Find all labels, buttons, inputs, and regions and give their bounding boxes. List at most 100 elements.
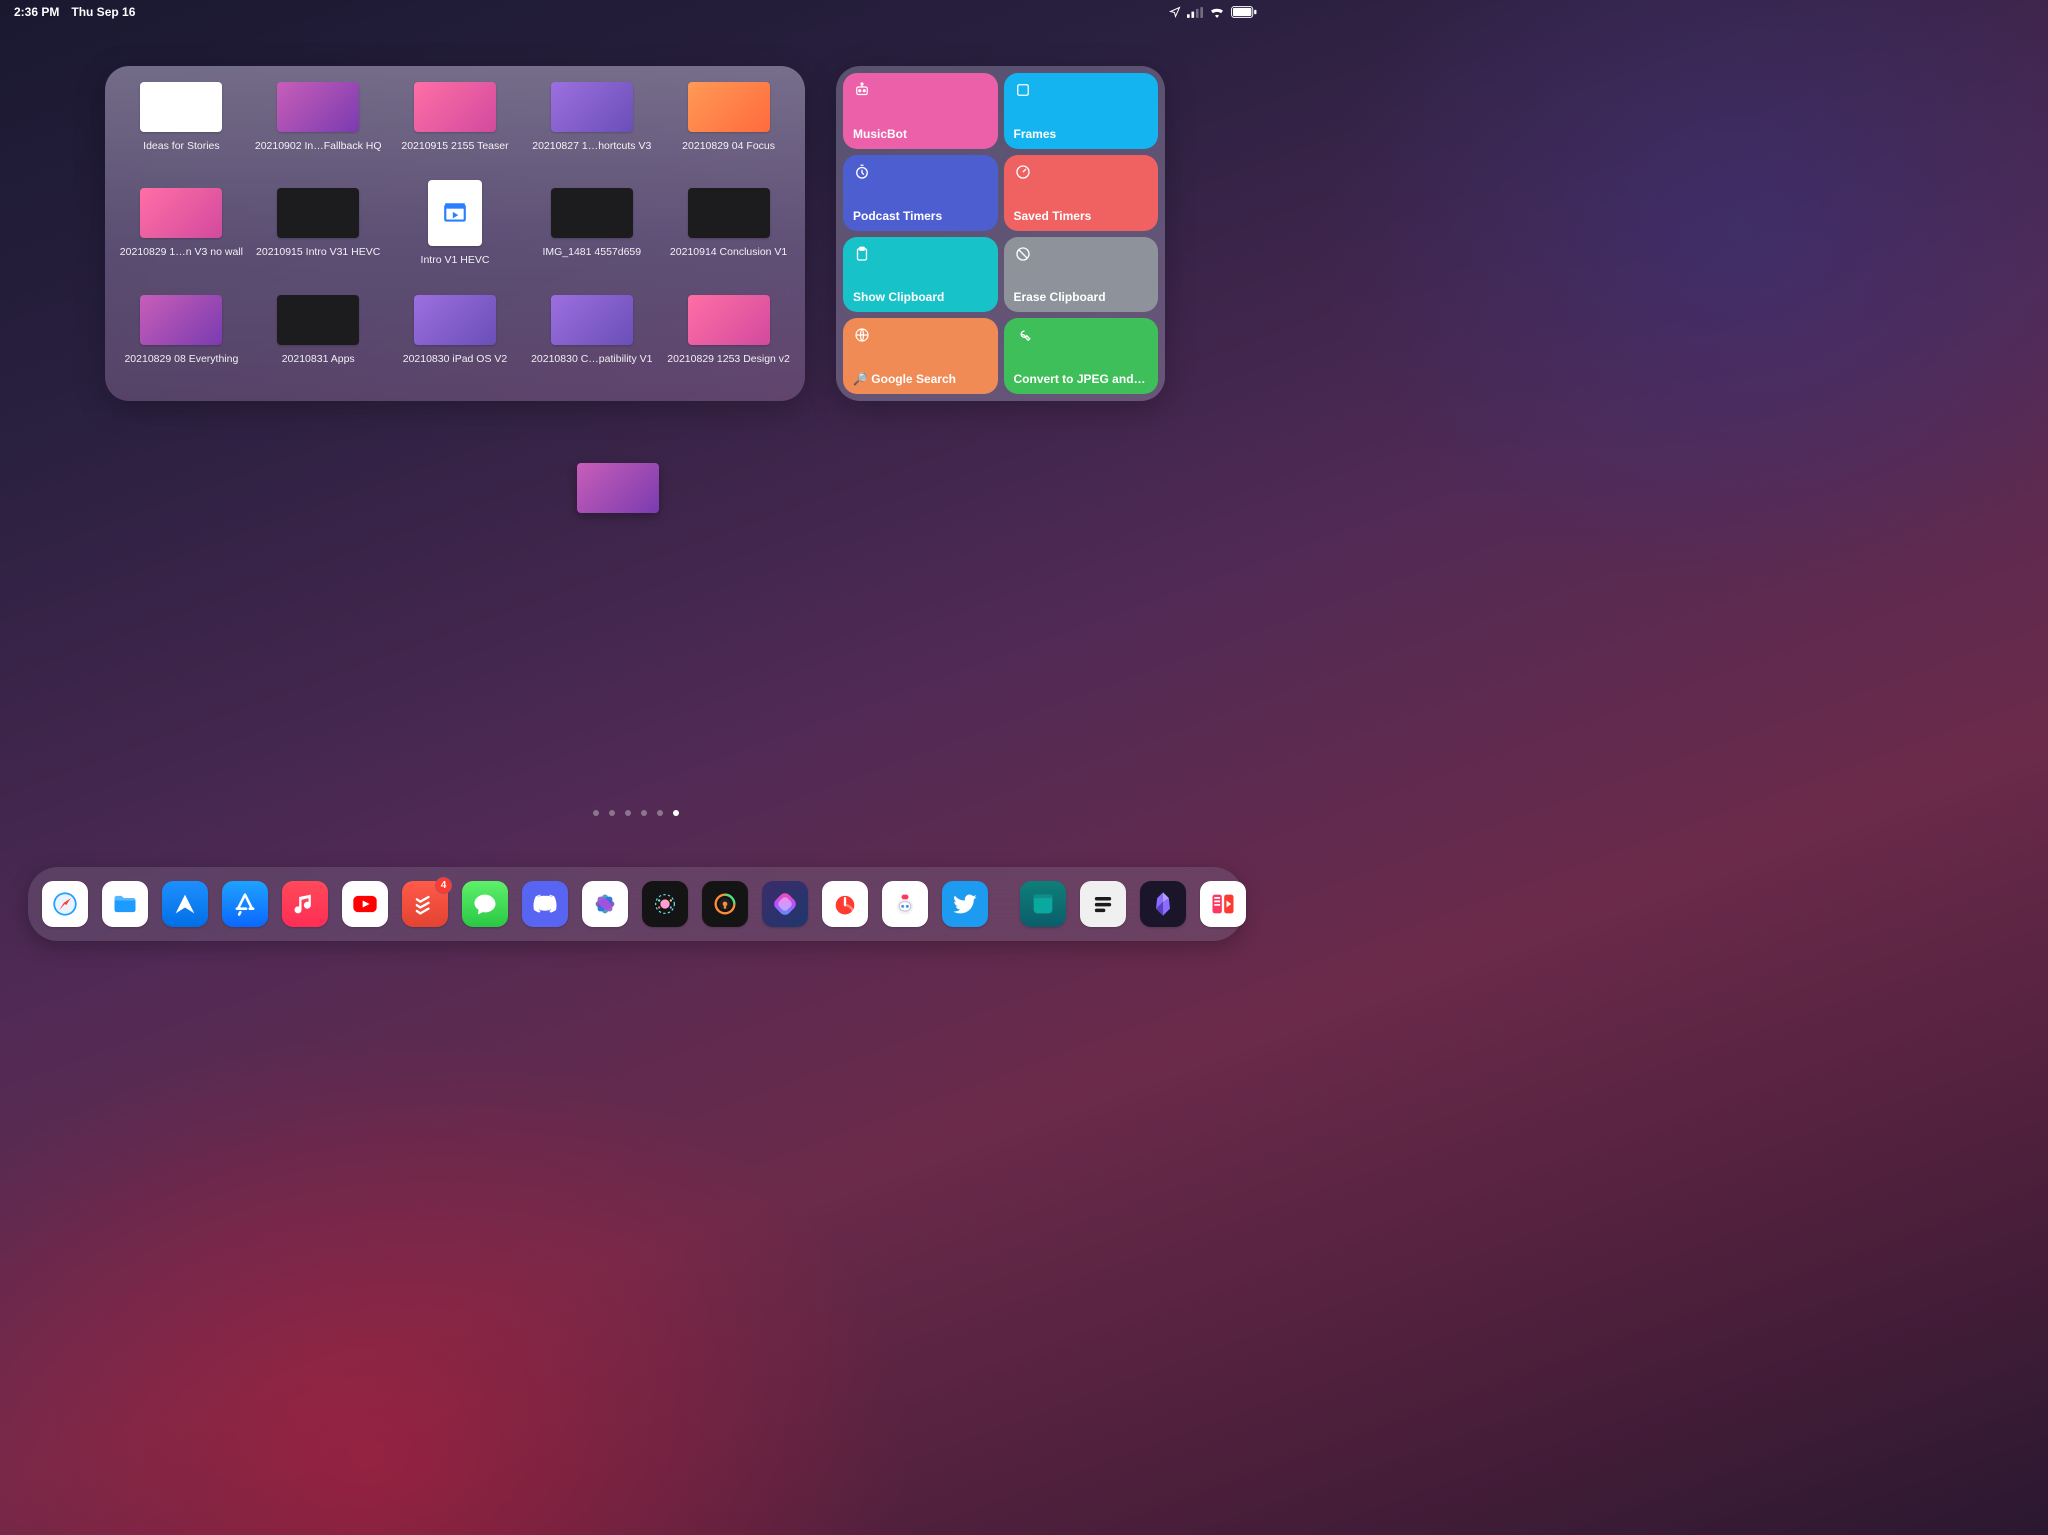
file-thumbnail [551, 82, 633, 132]
shortcuts-widget[interactable]: MusicBot Frames Podcast Timers Saved Timers… [836, 66, 1165, 401]
shortcut-tile-show-clipboard[interactable]: Show Clipboard [843, 237, 998, 313]
file-label: Ideas for Stories [143, 140, 219, 152]
file-thumbnail [551, 188, 633, 238]
clock-icon [853, 163, 871, 181]
shortcut-tile-convert-to-jpeg-and-c-[interactable]: Convert to JPEG and C… [1004, 318, 1159, 394]
file-thumbnail [140, 295, 222, 345]
file-item[interactable]: 20210829 08 Everything [113, 295, 250, 393]
file-item[interactable]: 20210829 1253 Design v2 [660, 295, 797, 393]
file-thumbnail [688, 295, 770, 345]
dock-app-auth[interactable] [702, 881, 748, 927]
dragged-file-thumbnail[interactable] [577, 463, 659, 513]
dock-app-obsidian[interactable] [1140, 881, 1186, 927]
file-item[interactable]: 20210831 Apps [250, 295, 387, 393]
page-dot[interactable] [641, 810, 647, 816]
file-thumbnail [688, 188, 770, 238]
file-item[interactable]: 20210915 Intro V31 HEVC [250, 188, 387, 286]
dock-app-spark[interactable] [162, 881, 208, 927]
file-thumbnail [428, 180, 482, 246]
notification-badge: 4 [435, 877, 452, 894]
page-dot[interactable] [609, 810, 615, 816]
page-indicator[interactable] [593, 810, 679, 816]
status-icons [1169, 6, 1257, 18]
dock-app-bot[interactable] [882, 881, 928, 927]
page-dot[interactable] [625, 810, 631, 816]
dock-app-music[interactable] [282, 881, 328, 927]
file-label: 20210829 1253 Design v2 [667, 353, 790, 365]
status-time: 2:36 PM [14, 5, 59, 19]
file-thumbnail [551, 295, 633, 345]
battery-icon [1231, 6, 1257, 18]
shortcut-label: MusicBot [853, 127, 988, 141]
gauge-icon [1014, 163, 1032, 181]
shortcut-label: Show Clipboard [853, 290, 988, 304]
shortcut-label: 🔎 Google Search [853, 372, 988, 386]
page-dot[interactable] [593, 810, 599, 816]
nope-icon [1014, 245, 1032, 263]
dock-app-twitter[interactable] [942, 881, 988, 927]
file-item[interactable]: IMG_1481 4557d659 [523, 188, 660, 286]
shortcut-label: Erase Clipboard [1014, 290, 1149, 304]
file-label: 20210829 08 Everything [124, 353, 238, 365]
file-label: 20210829 04 Focus [682, 140, 775, 152]
dock-app-shortcuts[interactable] [762, 881, 808, 927]
dock-app-messages[interactable] [462, 881, 508, 927]
file-label: 20210827 1…hortcuts V3 [532, 140, 651, 152]
file-item[interactable]: 20210829 04 Focus [660, 82, 797, 180]
dock-app-youtube[interactable] [342, 881, 388, 927]
dock-app-photos[interactable] [582, 881, 628, 927]
file-label: 20210830 C…patibility V1 [531, 353, 652, 365]
file-label: 20210902 In…Fallback HQ [255, 140, 382, 152]
wrench-icon [1014, 326, 1032, 344]
file-item[interactable]: 20210914 Conclusion V1 [660, 188, 797, 286]
dock-app-appstore[interactable] [222, 881, 268, 927]
shortcut-tile-erase-clipboard[interactable]: Erase Clipboard [1004, 237, 1159, 313]
shortcut-tile-musicbot[interactable]: MusicBot [843, 73, 998, 149]
file-item[interactable]: 20210915 2155 Teaser [387, 82, 524, 180]
page-dot[interactable] [673, 810, 679, 816]
file-label: 20210915 Intro V31 HEVC [256, 246, 380, 258]
dock-app-craft[interactable] [1020, 881, 1066, 927]
clipboard-icon [853, 245, 871, 263]
shortcut-tile-podcast-timers[interactable]: Podcast Timers [843, 155, 998, 231]
page-dot[interactable] [657, 810, 663, 816]
file-label: 20210914 Conclusion V1 [670, 246, 787, 258]
shortcut-tile-frames[interactable]: Frames [1004, 73, 1159, 149]
dock-app-todoist[interactable]: 4 [402, 881, 448, 927]
file-thumbnail [277, 82, 359, 132]
file-item[interactable]: 20210829 1…n V3 no wall [113, 188, 250, 286]
file-label: 20210829 1…n V3 no wall [120, 246, 243, 258]
file-label: Intro V1 HEVC [421, 254, 490, 266]
dock-app-hue[interactable] [642, 881, 688, 927]
files-widget[interactable]: Ideas for Stories 20210902 In…Fallback HQ… [105, 66, 805, 401]
file-thumbnail [414, 82, 496, 132]
shortcut-tile-saved-timers[interactable]: Saved Timers [1004, 155, 1159, 231]
file-thumbnail [277, 188, 359, 238]
file-item[interactable]: 20210827 1…hortcuts V3 [523, 82, 660, 180]
file-label: 20210830 iPad OS V2 [403, 353, 508, 365]
file-thumbnail [140, 82, 222, 132]
dock-app-split[interactable] [1200, 881, 1246, 927]
robot-icon [853, 81, 871, 99]
file-item[interactable]: Ideas for Stories [113, 82, 250, 180]
location-icon [1169, 6, 1181, 18]
file-label: 20210915 2155 Teaser [401, 140, 508, 152]
square-icon [1014, 81, 1032, 99]
file-item[interactable]: Intro V1 HEVC [387, 188, 524, 286]
file-item[interactable]: 20210902 In…Fallback HQ [250, 82, 387, 180]
dock-app-timer[interactable] [822, 881, 868, 927]
file-thumbnail [277, 295, 359, 345]
file-item[interactable]: 20210830 C…patibility V1 [523, 295, 660, 393]
file-thumbnail [140, 188, 222, 238]
dock-app-files[interactable] [102, 881, 148, 927]
shortcut-label: Frames [1014, 127, 1149, 141]
shortcut-tile--google-search[interactable]: 🔎 Google Search [843, 318, 998, 394]
dock-app-discord[interactable] [522, 881, 568, 927]
globe-icon [853, 326, 871, 344]
file-item[interactable]: 20210830 iPad OS V2 [387, 295, 524, 393]
dock-app-safari[interactable] [42, 881, 88, 927]
dock-app-drafts[interactable] [1080, 881, 1126, 927]
shortcut-label: Convert to JPEG and C… [1014, 372, 1149, 386]
status-bar: 2:36 PM Thu Sep 16 [0, 0, 1271, 24]
shortcut-label: Saved Timers [1014, 209, 1149, 223]
